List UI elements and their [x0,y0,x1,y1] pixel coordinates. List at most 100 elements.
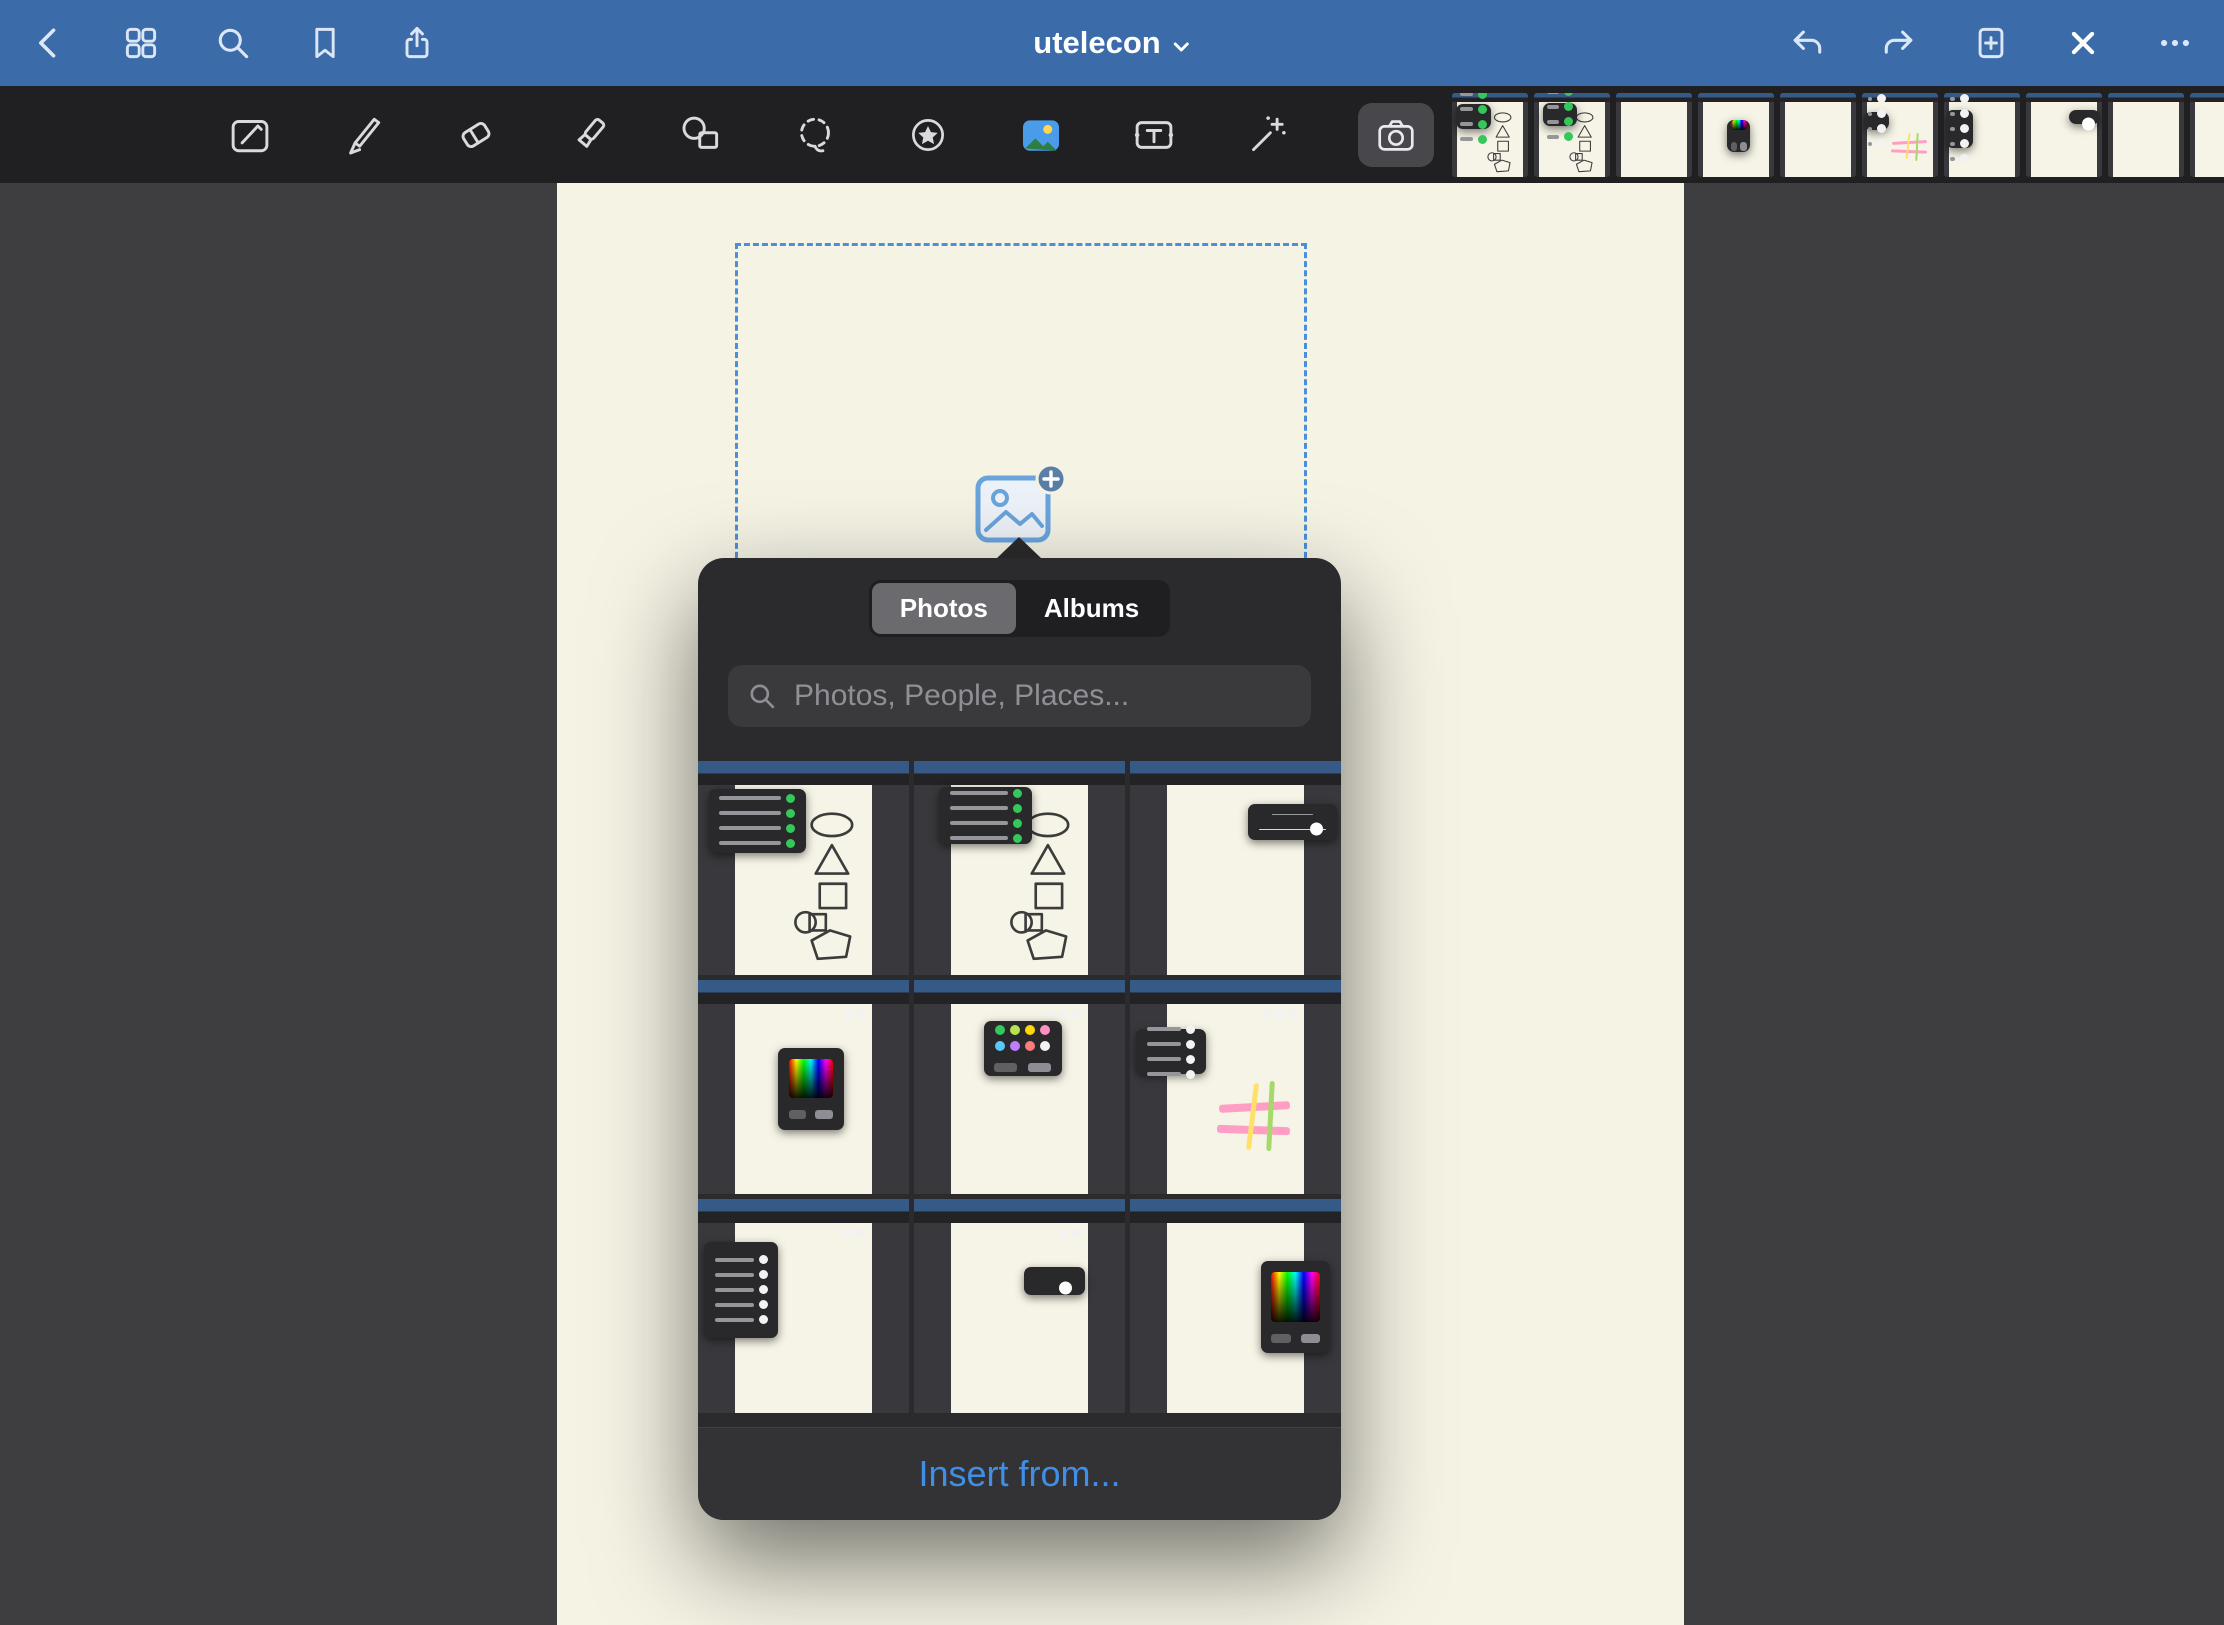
mini-page [1621,102,1688,177]
mini-navbar [698,1199,909,1223]
page-thumbnail[interactable] [1534,93,1610,177]
mini-popup [778,1048,843,1129]
mini-navbar [2190,93,2224,102]
photo-grid [698,761,1341,1413]
add-page-icon[interactable] [1970,22,2012,64]
photo-thumbnail[interactable] [914,1199,1125,1413]
tab-albums[interactable]: Albums [1016,583,1167,634]
undo-icon[interactable] [1786,22,1828,64]
insert-from-label: Insert from... [918,1453,1120,1495]
page-thumbnail[interactable] [1944,93,2020,177]
mini-navbar [1616,93,1692,102]
mini-navbar [2108,93,2184,102]
page-highlighter-strokes [1201,1023,1302,1191]
mini-popup [1864,112,1889,130]
mini-popup [1946,110,1973,148]
pointer-tool-icon[interactable] [1235,103,1299,167]
page-thumbnail[interactable] [1862,93,1938,177]
photo-thumbnail[interactable] [698,761,909,975]
page-thumbnail[interactable] [1616,93,1692,177]
mini-navbar [914,1199,1125,1223]
app-window: utelecon [0,0,2224,1625]
search-icon[interactable] [212,22,254,64]
insert-from-button[interactable]: Insert from... [698,1427,1341,1520]
mini-navbar [698,761,909,785]
mini-toggle-dots [843,1228,865,1237]
back-icon[interactable] [28,22,70,64]
mini-page [1785,102,1852,177]
navigation-bar: utelecon [0,0,2224,86]
bookmark-icon[interactable] [304,22,346,64]
tab-photos[interactable]: Photos [872,583,1016,634]
eraser-icon[interactable] [444,103,508,167]
mini-popup [1261,1261,1331,1353]
pen-icon[interactable] [331,103,395,167]
toolcase-icon[interactable] [218,103,282,167]
more-icon[interactable] [2154,22,2196,64]
document-title-text: utelecon [1033,25,1160,61]
photos-albums-segmented-control: Photos Albums [869,580,1170,637]
grid-icon[interactable] [120,22,162,64]
popover-arrow [996,537,1042,559]
search-icon [746,680,778,712]
page-thumbnail[interactable] [1698,93,1774,177]
photo-thumbnail[interactable] [698,1199,909,1413]
mini-popup [704,1242,778,1338]
lasso-icon[interactable] [783,103,847,167]
mini-navbar [698,980,909,1004]
chevron-down-icon [1173,25,1191,61]
photo-search-input[interactable] [792,678,1293,714]
mini-toggle-dots [1059,1228,1081,1237]
document-title[interactable]: utelecon [1033,25,1190,61]
navbar-left-group [28,22,438,64]
photo-thumbnail[interactable] [1130,761,1341,975]
mini-navbar [1130,980,1341,1004]
highlighter-icon[interactable] [557,103,621,167]
mini-page [951,1223,1088,1413]
photo-thumbnail[interactable] [698,980,909,1194]
mini-popup [939,787,1032,845]
photo-thumbnail[interactable] [914,761,1125,975]
image-tool-icon[interactable] [1009,103,1073,167]
tool-bar [0,86,2224,183]
mini-navbar [2026,93,2102,102]
mini-toggle-dots [1046,1009,1081,1018]
photo-thumbnail[interactable] [1130,1199,1341,1413]
mini-popup [1543,103,1576,126]
elements-icon[interactable] [896,103,960,167]
mini-page [2113,102,2180,177]
mini-navbar [914,761,1125,785]
page-thumbnail[interactable] [2190,93,2224,177]
page-thumbnail[interactable] [2108,93,2184,177]
mini-popup [1136,1029,1206,1074]
mini-toggle-dots [1262,1009,1297,1018]
close-icon[interactable] [2062,22,2104,64]
shapes-icon[interactable] [670,103,734,167]
mini-navbar [914,980,1125,1004]
text-tool-icon[interactable] [1122,103,1186,167]
page-thumbnail[interactable] [1780,93,1856,177]
photo-thumbnail[interactable] [914,980,1125,1194]
mini-popup [1024,1267,1085,1295]
page-thumbnail[interactable] [1452,93,1528,177]
mini-navbar [1130,1199,1341,1223]
mini-navbar [1130,761,1341,785]
photo-picker-popover: Photos Albums Insert from... [698,558,1341,1520]
mini-page [2195,102,2224,177]
share-icon[interactable] [396,22,438,64]
mini-popup [1456,104,1491,129]
mini-popup [1248,804,1337,840]
mini-popup [2069,110,2101,124]
tool-group [218,86,1299,183]
mini-popup [984,1021,1062,1077]
camera-button[interactable] [1358,103,1434,167]
redo-icon[interactable] [1878,22,1920,64]
mini-popup [1727,120,1751,152]
page-thumbnail-strip [1452,93,2224,179]
page-thumbnail[interactable] [2026,93,2102,177]
photo-search-field[interactable] [728,665,1311,727]
photo-thumbnail[interactable] [1130,980,1341,1194]
mini-popup [709,789,806,853]
mini-toggle-dots [843,1009,865,1018]
mini-navbar [1780,93,1856,102]
